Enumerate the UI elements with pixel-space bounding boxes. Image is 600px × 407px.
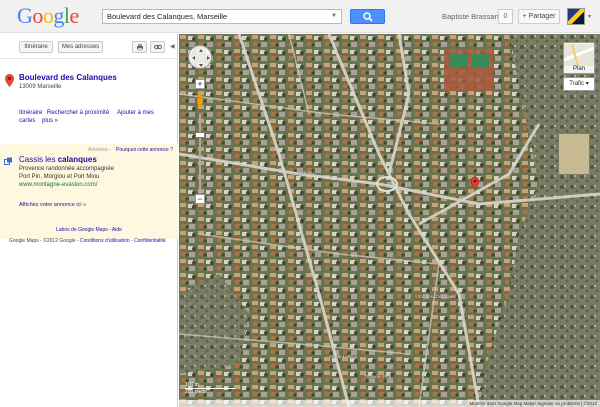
- traffic-button[interactable]: Trafic ▾: [563, 77, 595, 91]
- zoom-slider-track[interactable]: [199, 114, 201, 196]
- link-button[interactable]: [150, 41, 165, 53]
- left-panel: Itinéraire Mes adresses ◀ Boulevard des …: [0, 34, 178, 407]
- user-name[interactable]: Baptiste Brassart: [442, 12, 499, 21]
- place-title[interactable]: Boulevard des Calanques: [19, 73, 117, 82]
- place-address: 13009 Marseille: [19, 84, 62, 90]
- ad-url[interactable]: www.montagne-evasion.com/: [19, 182, 97, 188]
- map-thumbnail-icon: [564, 44, 594, 66]
- google-logo[interactable]: Google: [17, 4, 79, 28]
- location-pin-icon: [5, 74, 14, 87]
- map-label: Sormiou: [297, 170, 314, 175]
- search-dropdown-icon[interactable]: ▼: [331, 10, 337, 23]
- save-to-maps-link-line2[interactable]: cartes: [19, 118, 35, 124]
- top-bar: Google Boulevard des Calanques, Marseill…: [0, 0, 600, 33]
- scale-imperial: 200 pieds: [185, 389, 207, 395]
- footer-legal: Google Maps - ©2012 Google - Conditions …: [9, 238, 166, 244]
- directions-link[interactable]: Itinéraire: [19, 110, 42, 116]
- notification-count[interactable]: 0: [498, 9, 513, 24]
- map-type-label: Plan: [572, 66, 585, 72]
- map-marker-icon[interactable]: [471, 177, 479, 189]
- footer-links[interactable]: Labos de Google Maps - Aide: [0, 227, 178, 233]
- map-label: Bd des Calanques: [419, 294, 456, 299]
- ad-description-2: Port Pin, Morgiou et Port Miou: [19, 174, 100, 180]
- search-input-value: Boulevard des Calanques, Marseille: [107, 12, 228, 21]
- ad-title[interactable]: Cassis les calanques: [19, 155, 97, 164]
- pan-control[interactable]: [188, 45, 212, 69]
- my-places-button[interactable]: Mes adresses: [58, 41, 103, 53]
- more-link[interactable]: plus »: [42, 118, 58, 124]
- scale-bar: 100 m 200 pieds: [185, 382, 235, 395]
- ad-cta-link[interactable]: Affichez votre annonce ici »: [19, 202, 86, 208]
- scale-line: [185, 388, 235, 389]
- chevron-down-icon[interactable]: ▼: [587, 14, 592, 20]
- share-button[interactable]: + Partager: [518, 9, 560, 24]
- search-input[interactable]: Boulevard des Calanques, Marseille ▼: [102, 9, 342, 24]
- ad-why-link[interactable]: Pourquoi cette annonce ?: [116, 147, 173, 153]
- printer-icon: [136, 44, 143, 51]
- ad-block: Annonce - Pourquoi cette annonce ? Cassi…: [0, 144, 178, 239]
- avatar[interactable]: [567, 8, 585, 25]
- collapse-panel-icon[interactable]: ◀: [170, 43, 175, 50]
- zoom-in-button[interactable]: +: [195, 79, 205, 89]
- ad-label: Annonce -: [88, 147, 111, 153]
- map-footer[interactable]: Modifier dans Google Map Maker Signaler …: [179, 400, 600, 407]
- google-maps-app: Google Boulevard des Calanques, Marseill…: [0, 0, 600, 407]
- map-label: Traverse Prat: [364, 374, 392, 379]
- satellite-imagery: [179, 34, 600, 407]
- map-type-toggle[interactable]: Plan: [563, 42, 595, 74]
- copyright-text: Google Maps - ©2012 Google -: [9, 238, 80, 244]
- street-view-pegman-icon[interactable]: [196, 93, 204, 108]
- privacy-link[interactable]: Confidentialité: [134, 238, 166, 244]
- search-button[interactable]: [350, 9, 385, 24]
- satellite-map[interactable]: Sormiou Bd des Calanques Av. de Luminy T…: [179, 34, 600, 407]
- zoom-slider-handle[interactable]: [195, 132, 205, 138]
- ad-description-1: Provence randonnée accompagnée: [19, 166, 115, 172]
- search-nearby-link[interactable]: Rechercher à proximité: [47, 110, 109, 116]
- directions-button[interactable]: Itinéraire: [19, 41, 53, 53]
- map-label: Av. de Luminy: [329, 354, 358, 359]
- zoom-out-button[interactable]: −: [195, 194, 205, 204]
- ad-title-plain: Cassis les: [19, 155, 58, 164]
- save-to-maps-link[interactable]: Ajouter à mes: [117, 110, 154, 116]
- ad-title-bold: calanques: [57, 155, 97, 164]
- terms-link[interactable]: Conditions d'utilisation: [80, 238, 130, 244]
- ad-icon: [4, 157, 12, 165]
- pan-arrows-icon: [192, 49, 210, 67]
- search-icon: [363, 12, 373, 22]
- link-icon: [153, 45, 162, 49]
- print-button[interactable]: [132, 41, 147, 53]
- panel-toolbar: Itinéraire Mes adresses ◀: [0, 34, 178, 59]
